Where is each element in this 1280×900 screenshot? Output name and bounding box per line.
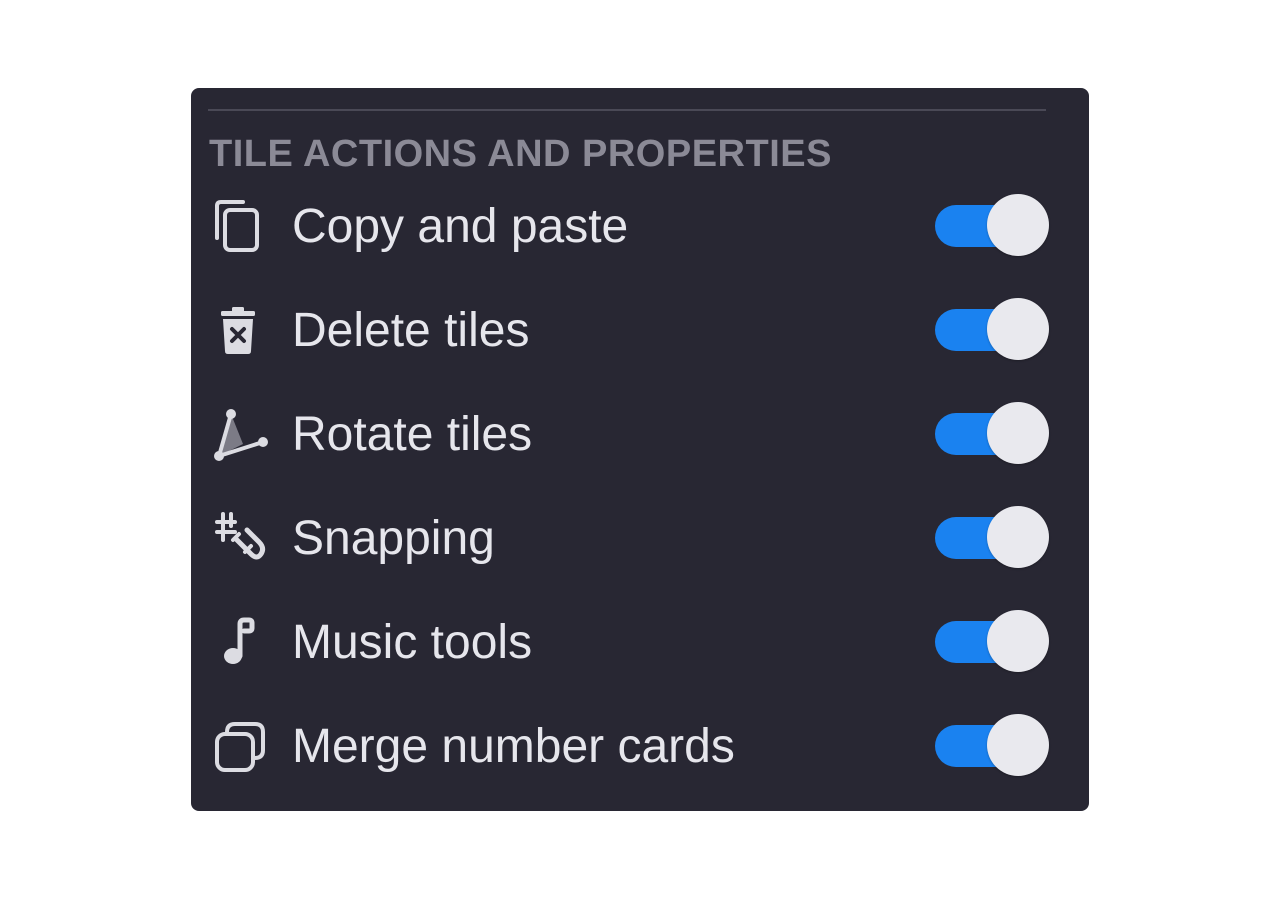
- setting-label: Rotate tiles: [292, 408, 533, 461]
- toggle-knob: [987, 506, 1049, 568]
- setting-row-copy-paste: Copy and paste: [191, 186, 1089, 266]
- trash-icon: [211, 302, 267, 358]
- section-divider: [208, 109, 1046, 111]
- merge-number-cards-toggle[interactable]: [935, 714, 1051, 778]
- toggle-knob: [987, 402, 1049, 464]
- grid-magnet-icon: [211, 510, 267, 566]
- copy-icon: [211, 198, 267, 254]
- setting-row-merge-number-cards: Merge number cards: [191, 706, 1089, 786]
- section-title: TILE ACTIONS AND PROPERTIES: [209, 133, 832, 175]
- tile-actions-panel: TILE ACTIONS AND PROPERTIES Copy and pas…: [191, 88, 1089, 811]
- stacked-cards-icon: [211, 718, 267, 774]
- rotate-tiles-toggle[interactable]: [935, 402, 1051, 466]
- setting-label: Delete tiles: [292, 304, 530, 357]
- setting-row-delete-tiles: Delete tiles: [191, 290, 1089, 370]
- setting-row-rotate-tiles: Rotate tiles: [191, 394, 1089, 474]
- setting-row-snapping: Snapping: [191, 498, 1089, 578]
- toggle-knob: [987, 298, 1049, 360]
- copy-paste-toggle[interactable]: [935, 194, 1051, 258]
- setting-label: Merge number cards: [292, 720, 735, 773]
- delete-tiles-toggle[interactable]: [935, 298, 1051, 362]
- setting-row-music-tools: Music tools: [191, 602, 1089, 682]
- toggle-knob: [987, 714, 1049, 776]
- setting-label: Snapping: [292, 512, 495, 565]
- setting-label: Copy and paste: [292, 200, 629, 253]
- music-note-icon: [211, 614, 267, 670]
- setting-label: Music tools: [292, 616, 533, 669]
- snapping-toggle[interactable]: [935, 506, 1051, 570]
- toggle-knob: [987, 610, 1049, 672]
- music-tools-toggle[interactable]: [935, 610, 1051, 674]
- angle-rotate-icon: [211, 406, 268, 462]
- toggle-knob: [987, 194, 1049, 256]
